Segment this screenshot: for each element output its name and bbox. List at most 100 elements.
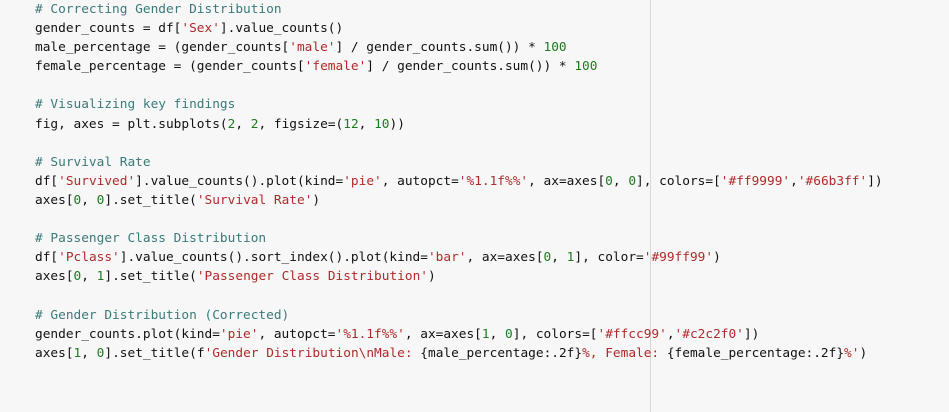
code-token: ].set_title( xyxy=(104,192,197,208)
code-token: , xyxy=(666,326,675,342)
code-token: 'Pclass' xyxy=(58,250,120,266)
code-line[interactable]: male_percentage = (gender_counts['male']… xyxy=(35,38,883,57)
code-token: , xyxy=(235,116,251,132)
code-line[interactable]: fig, axes = plt.subplots(2, 2, figsize=(… xyxy=(35,115,883,134)
code-token: 'Sex' xyxy=(181,21,220,37)
code-token: # Survival Rate xyxy=(35,154,151,170)
code-token: ) xyxy=(713,250,721,266)
code-token: 'bar' xyxy=(427,250,467,266)
code-token: df[ xyxy=(35,250,59,266)
code-token: %' xyxy=(844,345,860,361)
code-token: , xyxy=(81,192,97,208)
code-token: , xyxy=(790,173,798,189)
code-token: axes[ xyxy=(35,192,74,208)
code-token: '%1.1f%%' xyxy=(458,173,529,189)
code-token: 12 xyxy=(343,116,359,132)
code-token: 0 xyxy=(505,326,513,342)
code-token: ] / gender_counts.sum()) * xyxy=(335,40,544,56)
code-token: , autopct= xyxy=(381,173,459,189)
code-token: gender_counts = df[ xyxy=(35,21,182,37)
code-line[interactable]: axes[0, 1].set_title('Passenger Class Di… xyxy=(35,267,883,286)
code-token: '#c2c2f0' xyxy=(674,326,744,342)
code-token: 'female' xyxy=(304,59,367,75)
code-token: 0 xyxy=(605,173,613,189)
code-token: 'pie' xyxy=(219,326,259,342)
code-token: , xyxy=(81,269,97,285)
code-token: '#ff9999' xyxy=(720,173,791,189)
code-token: ] / gender_counts.sum()) * xyxy=(366,59,575,75)
code-token: %, Female: xyxy=(582,345,667,361)
code-token: 'Gender Distribution\nMale: xyxy=(204,345,421,361)
code-token: ].set_title( xyxy=(104,269,197,285)
code-token: 100 xyxy=(543,40,567,56)
code-token: ) xyxy=(312,192,321,208)
code-line[interactable]: axes[0, 0].set_title('Survival Rate') xyxy=(35,191,883,210)
code-token: , xyxy=(358,116,375,132)
code-token: # Visualizing key findings xyxy=(35,97,236,113)
code-token: 10 xyxy=(374,116,390,132)
code-token: female_percentage = (gender_counts[ xyxy=(35,59,305,75)
code-line[interactable]: gender_counts = df['Sex'].value_counts() xyxy=(35,19,883,38)
code-token: df[ xyxy=(35,173,59,189)
code-token: ]) xyxy=(867,173,883,189)
code-token: ], colors=[ xyxy=(636,173,721,189)
code-token: , xyxy=(81,345,97,361)
code-token: male_percentage = (gender_counts[ xyxy=(35,40,290,56)
code-token: '#99ff99' xyxy=(643,250,714,266)
code-editor[interactable]: # Correcting Gender Distribution gender_c… xyxy=(0,0,949,412)
code-line[interactable]: # Visualizing key findings xyxy=(35,95,883,114)
code-token: 'male' xyxy=(289,40,336,56)
code-token: ].set_title(f xyxy=(104,345,205,361)
code-token: , xyxy=(551,250,567,266)
code-token: , autopct= xyxy=(258,326,336,342)
code-token: ].value_counts().plot(kind= xyxy=(135,173,344,189)
code-token: , ax=axes[ xyxy=(528,173,606,189)
code-token: , xyxy=(612,173,629,189)
code-token: ) xyxy=(427,269,436,285)
code-token: ].value_counts().sort_index().plot(kind= xyxy=(119,250,428,266)
code-line[interactable] xyxy=(35,286,883,305)
code-token: 'Survival Rate' xyxy=(196,192,313,208)
code-line[interactable] xyxy=(35,210,883,229)
code-token: , xyxy=(489,326,506,342)
code-line[interactable]: # Correcting Gender Distribution xyxy=(35,0,883,19)
code-token: ], color= xyxy=(574,250,644,266)
code-line[interactable]: gender_counts.plot(kind='pie', autopct='… xyxy=(35,325,883,344)
code-line[interactable]: # Survival Rate xyxy=(35,153,883,172)
code-token: 1 xyxy=(481,326,490,342)
code-token: # Gender Distribution (Corrected) xyxy=(35,307,290,323)
code-token: )) xyxy=(389,116,405,132)
code-line[interactable]: female_percentage = (gender_counts['fema… xyxy=(35,57,883,76)
code-token: axes[ xyxy=(35,269,74,285)
code-token: 'pie' xyxy=(343,173,382,189)
code-token: '#66b3ff' xyxy=(797,173,868,189)
code-token: {male_percentage:.2f} xyxy=(420,345,583,361)
code-token: , ax=axes[ xyxy=(404,326,482,342)
code-token: ) xyxy=(859,345,868,361)
code-token: fig, axes = plt.subplots( xyxy=(35,116,228,132)
code-token: ], colors=[ xyxy=(512,326,598,342)
code-token: {female_percentage:.2f} xyxy=(666,345,845,361)
code-token: # Correcting Gender Distribution xyxy=(35,2,282,17)
code-line[interactable]: df['Survived'].value_counts().plot(kind=… xyxy=(35,172,883,191)
code-line[interactable] xyxy=(35,134,883,153)
code-line[interactable] xyxy=(35,76,883,95)
code-token: gender_counts.plot(kind= xyxy=(35,326,220,342)
code-token: '#ffcc99' xyxy=(597,326,667,342)
code-token: ].value_counts() xyxy=(219,21,344,37)
code-token: 'Passenger Class Distribution' xyxy=(196,269,428,285)
code-token: 0 xyxy=(628,173,637,189)
code-token: 'Survived' xyxy=(58,173,136,189)
code-token: 100 xyxy=(574,59,598,75)
code-token: # Passenger Class Distribution xyxy=(35,231,267,247)
code-block[interactable]: # Correcting Gender Distribution gender_c… xyxy=(35,0,883,363)
code-line[interactable]: df['Pclass'].value_counts().sort_index()… xyxy=(35,248,883,267)
code-token: , figsize=( xyxy=(258,116,344,132)
code-line[interactable]: axes[1, 0].set_title(f'Gender Distributi… xyxy=(35,344,883,363)
code-token: , ax=axes[ xyxy=(466,250,544,266)
code-line[interactable]: # Passenger Class Distribution xyxy=(35,229,883,248)
code-token: ]) xyxy=(743,326,760,342)
code-token: '%1.1f%%' xyxy=(335,326,405,342)
code-token: axes[ xyxy=(35,345,74,361)
code-line[interactable]: # Gender Distribution (Corrected) xyxy=(35,306,883,325)
